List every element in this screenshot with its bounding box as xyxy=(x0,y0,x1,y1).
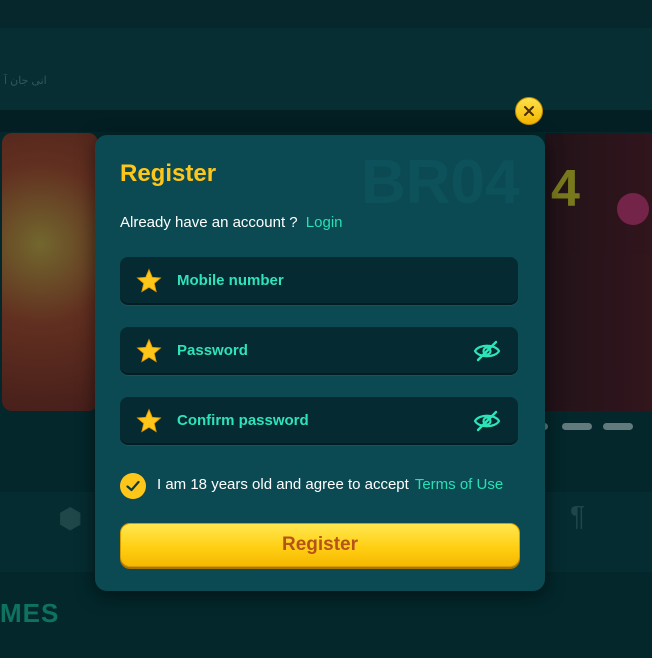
login-prompt-row: Already have an account ? Login xyxy=(120,214,343,231)
close-icon xyxy=(524,106,534,116)
password-field[interactable]: Password xyxy=(120,327,518,375)
check-icon xyxy=(126,480,140,492)
confirm-password-label: Confirm password xyxy=(177,412,309,429)
close-button[interactable] xyxy=(515,97,543,125)
agree-text: I am 18 years old and agree to accept xyxy=(157,476,409,493)
register-modal: BR04 Register Already have an account ? … xyxy=(95,135,545,591)
agree-text-wrap: I am 18 years old and agree to accept Ter… xyxy=(157,476,503,493)
mobile-number-field[interactable]: Mobile number xyxy=(120,257,518,305)
password-label: Password xyxy=(177,342,248,359)
terms-agreement-row: I am 18 years old and agree to accept Ter… xyxy=(120,473,540,499)
modal-watermark: BR04 xyxy=(361,148,520,217)
eye-off-icon[interactable] xyxy=(473,409,501,433)
agree-checkbox[interactable] xyxy=(120,473,146,499)
star-icon xyxy=(136,338,162,363)
terms-of-use-link[interactable]: Terms of Use xyxy=(415,476,503,493)
mobile-number-label: Mobile number xyxy=(177,272,284,289)
confirm-password-field[interactable]: Confirm password xyxy=(120,397,518,445)
eye-off-icon[interactable] xyxy=(473,339,501,363)
register-button[interactable]: Register xyxy=(120,523,520,567)
login-link[interactable]: Login xyxy=(306,214,343,231)
login-prompt-text: Already have an account ? xyxy=(120,214,298,231)
modal-title: Register xyxy=(120,160,217,187)
star-icon xyxy=(136,408,162,433)
star-icon xyxy=(136,268,162,293)
